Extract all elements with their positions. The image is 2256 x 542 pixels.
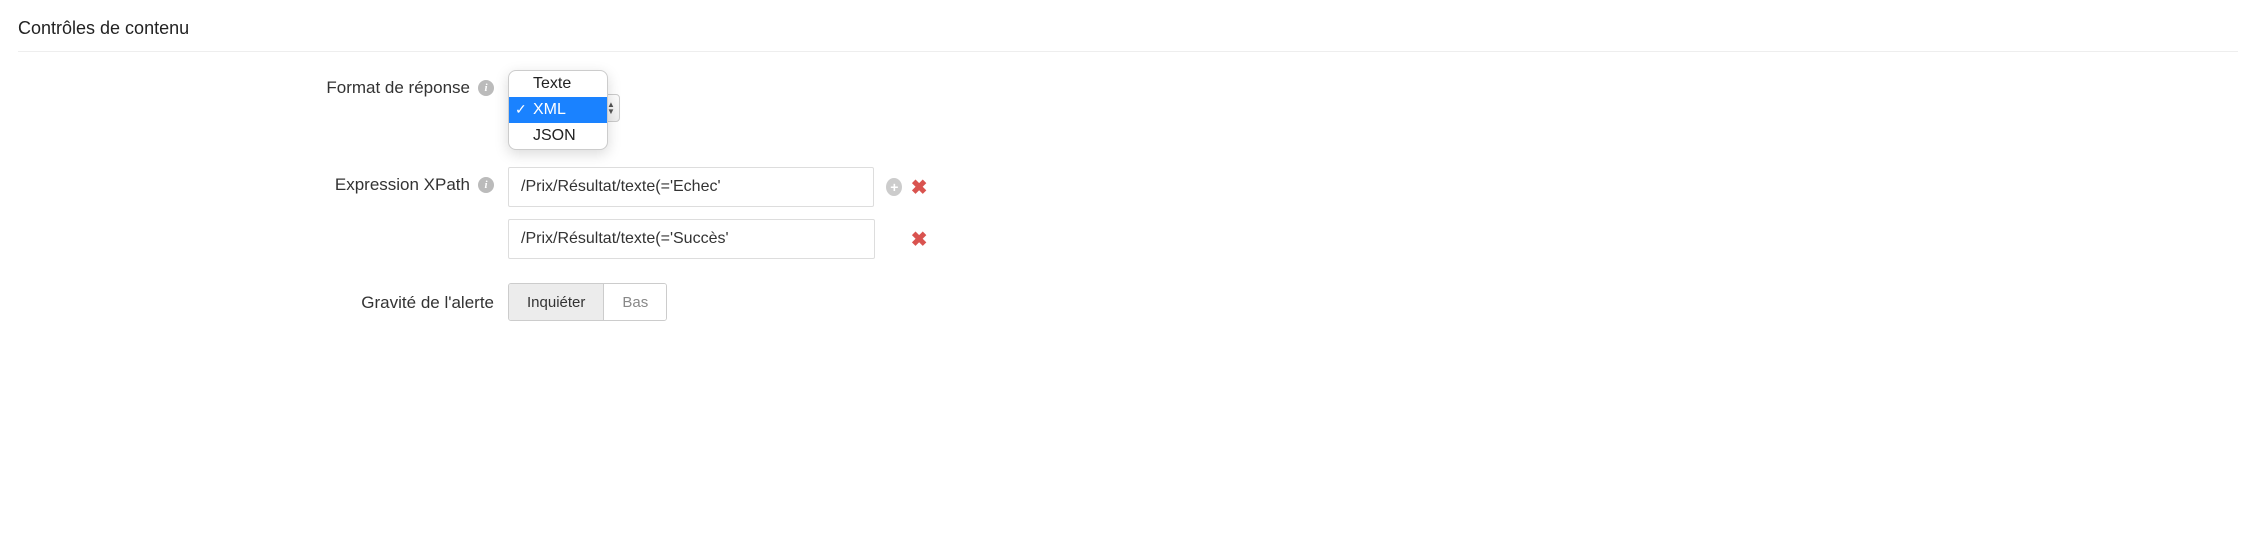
dropdown-option-xml[interactable]: XML xyxy=(509,97,607,123)
remove-icon[interactable]: ✖ xyxy=(910,177,928,197)
severity-option-low[interactable]: Bas xyxy=(604,284,666,320)
control-severity: Inquiéter Bas xyxy=(508,283,928,321)
info-icon[interactable]: i xyxy=(478,177,494,193)
label-response-format-text: Format de réponse xyxy=(326,78,470,98)
label-severity: Gravité de l'alerte xyxy=(18,283,508,313)
add-icon[interactable]: + xyxy=(886,178,902,196)
label-severity-text: Gravité de l'alerte xyxy=(361,293,494,313)
response-format-select[interactable]: ▲▼ Texte XML JSON xyxy=(508,70,608,150)
dropdown-option-texte[interactable]: Texte xyxy=(509,71,607,97)
row-xpath: Expression XPath i + ✖ ✖ xyxy=(18,167,2238,271)
section-title: Contrôles de contenu xyxy=(18,10,2238,52)
label-xpath: Expression XPath i xyxy=(18,167,508,195)
label-xpath-text: Expression XPath xyxy=(335,175,470,195)
xpath-row-1: ✖ xyxy=(508,219,928,259)
severity-toggle: Inquiéter Bas xyxy=(508,283,667,321)
row-severity: Gravité de l'alerte Inquiéter Bas xyxy=(18,283,2238,321)
control-response-format: ▲▼ Texte XML JSON xyxy=(508,70,928,155)
label-response-format: Format de réponse i xyxy=(18,70,508,98)
remove-icon[interactable]: ✖ xyxy=(910,229,928,249)
xpath-input-0[interactable] xyxy=(508,167,874,207)
row-response-format: Format de réponse i ▲▼ Texte XML JSON xyxy=(18,70,2238,155)
dropdown-option-json[interactable]: JSON xyxy=(509,123,607,149)
control-xpath: + ✖ ✖ xyxy=(508,167,928,271)
response-format-dropdown: Texte XML JSON xyxy=(508,70,608,150)
xpath-input-1[interactable] xyxy=(508,219,875,259)
severity-option-worry[interactable]: Inquiéter xyxy=(509,284,604,320)
info-icon[interactable]: i xyxy=(478,80,494,96)
xpath-row-0: + ✖ xyxy=(508,167,928,207)
